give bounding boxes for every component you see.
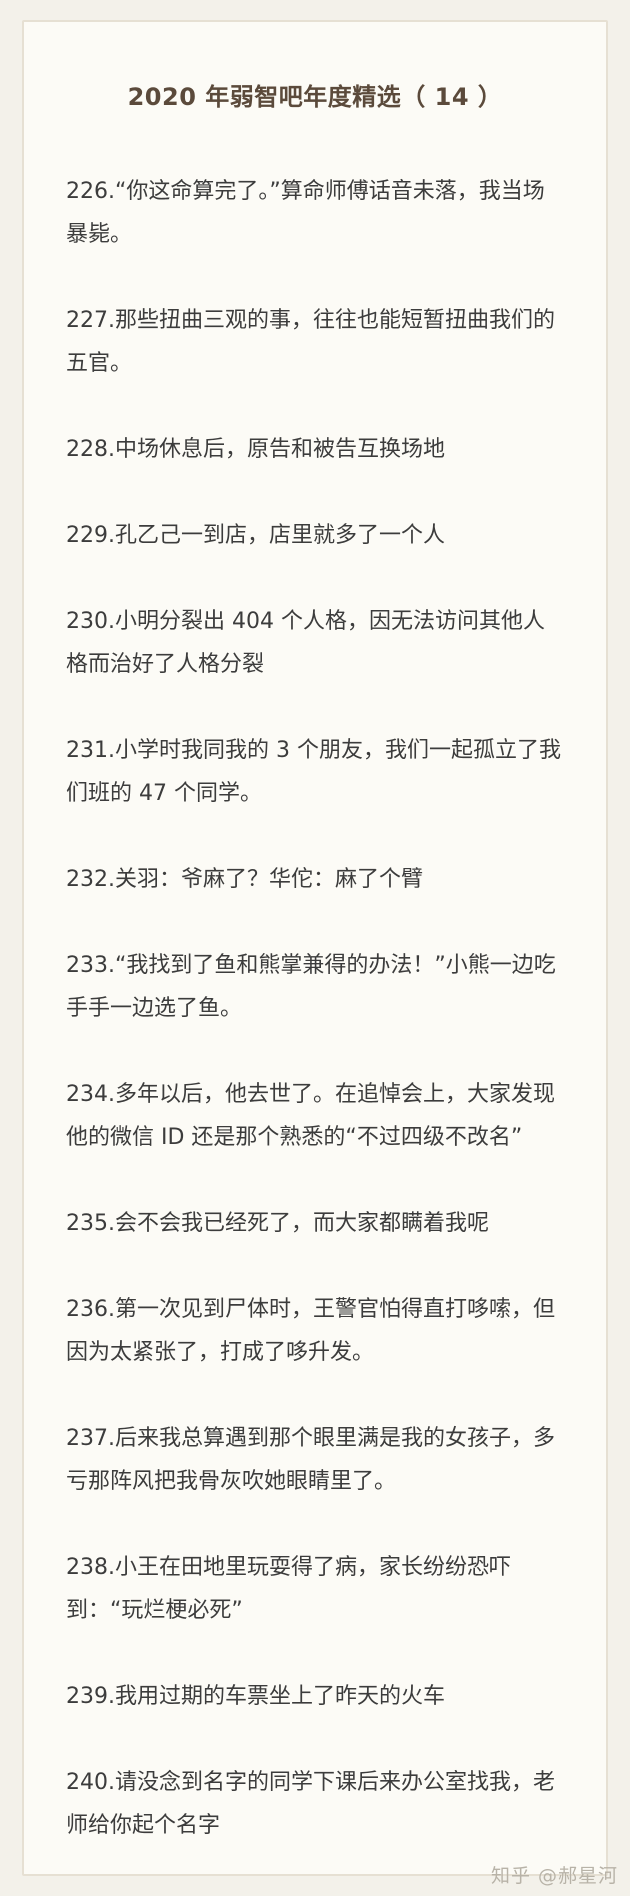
list-item: 237.后来我总算遇到那个眼里满是我的女孩子，多亏那阵风把我骨灰吹她眼睛里了。 [66,1426,555,1494]
list-item: 229.孔乙己一到店，店里就多了一个人 [66,523,445,548]
list-item: 226.“你这命算完了。”算命师傅话音未落，我当场暴毙。 [66,179,545,247]
content-card: 2020 年弱智吧年度精选（ 14 ） 226.“你这命算完了。”算命师傅话音未… [22,20,608,1876]
list-item: 227.那些扭曲三观的事，往往也能短暂扭曲我们的五官。 [66,308,555,376]
list-item: 235.会不会我已经死了，而大家都瞒着我呢 [66,1211,489,1236]
list-item: 240.请没念到名字的同学下课后来办公室找我，老师给你起个名字 [66,1770,555,1838]
page-title: 2020 年弱智吧年度精选（ 14 ） [127,83,503,111]
watermark-text: 知乎 @郝星河 [490,1865,618,1887]
list-item: 232.关羽：爷麻了？华佗：麻了个臂 [66,867,423,892]
joke-list: 226.“你这命算完了。”算命师傅话音未落，我当场暴毙。 227.那些扭曲三观的… [66,170,564,1890]
list-item: 236.第一次见到尸体时，王警官怕得直打哆嗦，但因为太紧张了，打成了哆升发。 [66,1297,555,1365]
list-item: 233.“我找到了鱼和熊掌兼得的办法！”小熊一边吃手手一边选了鱼。 [66,953,556,1021]
list-item: 234.多年以后，他去世了。在追悼会上，大家发现他的微信 ID 还是那个熟悉的“… [66,1082,555,1150]
list-item: 239.我用过期的车票坐上了昨天的火车 [66,1684,445,1709]
list-item: 238.小王在田地里玩耍得了病，家长纷纷恐吓到：“玩烂梗必死” [66,1555,511,1623]
list-item: 231.小学时我同我的 3 个朋友，我们一起孤立了我们班的 47 个同学。 [66,738,561,806]
list-item: 228.中场休息后，原告和被告互换场地 [66,437,445,462]
list-item: 230.小明分裂出 404 个人格，因无法访问其他人格而治好了人格分裂 [66,609,545,677]
